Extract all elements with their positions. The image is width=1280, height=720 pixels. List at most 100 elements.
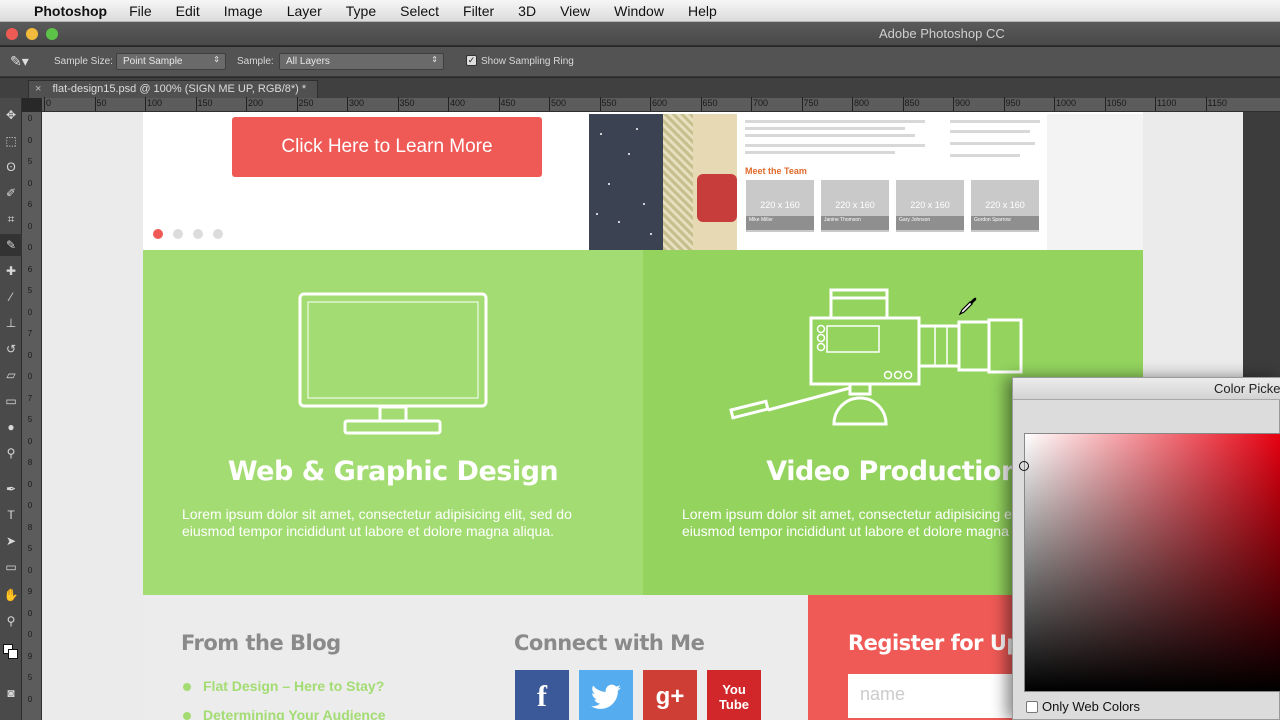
ruler-tick-label: 300 [349,98,365,108]
show-sampling-ring-checkbox[interactable]: ✓ [466,55,477,66]
ruler-tick-label: 0 [27,307,33,317]
minimize-window-button[interactable] [26,28,38,40]
sample-label: Sample: [237,56,274,67]
path-selection-tool-icon[interactable]: ➤ [0,530,22,552]
menu-window[interactable]: Window [614,3,664,19]
document-tab[interactable]: × flat-design15.psd @ 100% (SIGN ME UP, … [28,80,318,98]
team-card-size: 220 x 160 [835,200,875,210]
slider-dot[interactable] [173,229,183,239]
clone-stamp-tool-icon[interactable]: ⊥ [0,312,22,334]
slider-dot[interactable] [153,229,163,239]
ruler-tick-label: 5 [27,157,33,166]
ruler-tick-label: 8 [27,522,33,532]
ruler-tick [1054,97,1055,111]
foreground-background-color-icon[interactable] [0,644,22,666]
history-brush-tool-icon[interactable]: ↺ [0,338,22,360]
menu-type[interactable]: Type [346,3,376,19]
menu-edit[interactable]: Edit [176,3,200,19]
slider-dot[interactable] [213,229,223,239]
shape-tool-icon[interactable]: ▭ [0,556,22,578]
learn-more-button[interactable]: Click Here to Learn More [232,117,542,177]
only-web-colors-option[interactable]: Only Web Colors [1026,699,1140,714]
eraser-tool-icon[interactable]: ▱ [0,364,22,386]
ruler-tick [498,97,500,111]
zoom-window-button[interactable] [46,28,58,40]
twitter-icon[interactable] [579,670,633,720]
gradient-tool-icon[interactable]: ▭ [0,390,22,412]
hand-tool-icon[interactable]: ✋ [0,584,22,606]
ruler-tick-label: 800 [854,98,870,108]
ruler-tick-label: 8 [27,458,33,467]
color-picker-title[interactable]: Color Picker [1013,378,1280,400]
blog-link[interactable]: Flat Design – Here to Stay? [183,678,384,694]
options-bar: ✎▾ Sample Size: Point Sample ⇕ Sample: A… [0,47,1280,77]
ruler-tick-label: 1050 [1106,98,1127,108]
google-plus-icon[interactable]: g+ [643,670,697,720]
ruler-tick-label: 250 [298,98,314,108]
team-card-name: Gary Johnson [896,216,964,230]
facebook-icon[interactable]: f [515,670,569,720]
team-card-size: 220 x 160 [985,200,1025,210]
zoom-tool-icon[interactable]: ⚲ [0,610,22,632]
marquee-tool-icon[interactable]: ⬚ [0,130,22,152]
ruler-tick-label: 200 [248,98,264,108]
crop-tool-icon[interactable]: ⌗ [0,208,22,230]
menu-layer[interactable]: Layer [287,3,322,19]
ruler-tick [347,97,348,111]
youtube-icon[interactable]: You Tube [707,670,761,720]
menu-3d[interactable]: 3D [518,3,536,19]
starry-background-swatch [589,114,663,250]
ruler-tick-label: 900 [955,98,971,108]
blog-link[interactable]: Determining Your Audience [183,707,386,720]
only-web-colors-checkbox[interactable] [1026,701,1038,713]
slider-dot[interactable] [193,229,203,239]
menu-file[interactable]: File [129,3,152,19]
ruler-tick-label: 7 [27,329,33,338]
close-tab-icon[interactable]: × [35,83,41,95]
team-card-size: 220 x 160 [760,200,800,210]
close-window-button[interactable] [6,28,18,40]
ruler-tick-label: 0 [27,565,33,575]
dodge-tool-icon[interactable]: ⚲ [0,442,22,464]
menu-app-name[interactable]: Photoshop [34,3,107,19]
quick-mask-icon[interactable]: ◙ [0,682,22,704]
ruler-tick [246,97,247,111]
ruler-tick-label: 6 [27,200,33,209]
eyedropper-tool-icon[interactable]: ✎ [0,234,22,256]
menu-filter[interactable]: Filter [463,3,494,19]
brush-tool-icon[interactable]: ⁄ [0,286,22,308]
pen-tool-icon[interactable]: ✒ [0,478,22,500]
eyedropper-tool-preset-icon[interactable]: ✎▾ [10,53,29,70]
menu-select[interactable]: Select [400,3,439,19]
connect-heading: Connect with Me [514,631,705,655]
move-tool-icon[interactable]: ✥ [0,104,22,126]
saturation-brightness-field[interactable] [1019,433,1280,692]
ruler-tick-label: 0 [27,630,33,639]
service-description: Lorem ipsum dolor sit amet, consectetur … [182,506,572,539]
document-tab-title: flat-design15.psd @ 100% (SIGN ME UP, RG… [52,83,307,95]
menu-help[interactable]: Help [688,3,717,19]
color-picker-cursor[interactable] [1019,461,1029,471]
vertical-ruler[interactable]: 0 0 5 0 6 0 0 6 5 0 7 0 0 7 5 0 8 0 0 8 5 0 9 0 0 9 5 0 [22,112,42,720]
ruler-tick-label: 100 [147,98,163,108]
ruler-tick-label: 1000 [1056,98,1077,108]
sample-size-select[interactable]: Point Sample ⇕ [116,53,226,70]
ruler-tick-label: 50 [96,98,107,108]
sample-size-value: Point Sample [123,56,183,67]
horizontal-ruler[interactable]: 0 50 100 150 200 250 300 350 400 450 500 550 600 650 7… [42,97,1280,112]
pattern-swatch [663,114,693,250]
ruler-tick-label: 1100 [1157,98,1177,108]
blur-tool-icon[interactable]: ● [0,416,22,438]
ruler-tick-label: 500 [551,98,567,108]
ruler-tick-label: 0 [27,372,33,381]
menu-view[interactable]: View [560,3,590,19]
healing-brush-tool-icon[interactable]: ✚ [0,260,22,282]
type-tool-icon[interactable]: T [0,504,22,526]
ruler-tick-label: 6 [27,264,33,274]
quick-selection-tool-icon[interactable]: ✐ [0,182,22,204]
sample-select[interactable]: All Layers ⇕ [279,53,444,70]
lasso-tool-icon[interactable]: ʘ [0,156,22,178]
menu-bar: Photoshop File Edit Image Layer Type Sel… [0,0,1280,22]
menu-image[interactable]: Image [224,3,263,19]
ruler-tick [1155,97,1156,111]
